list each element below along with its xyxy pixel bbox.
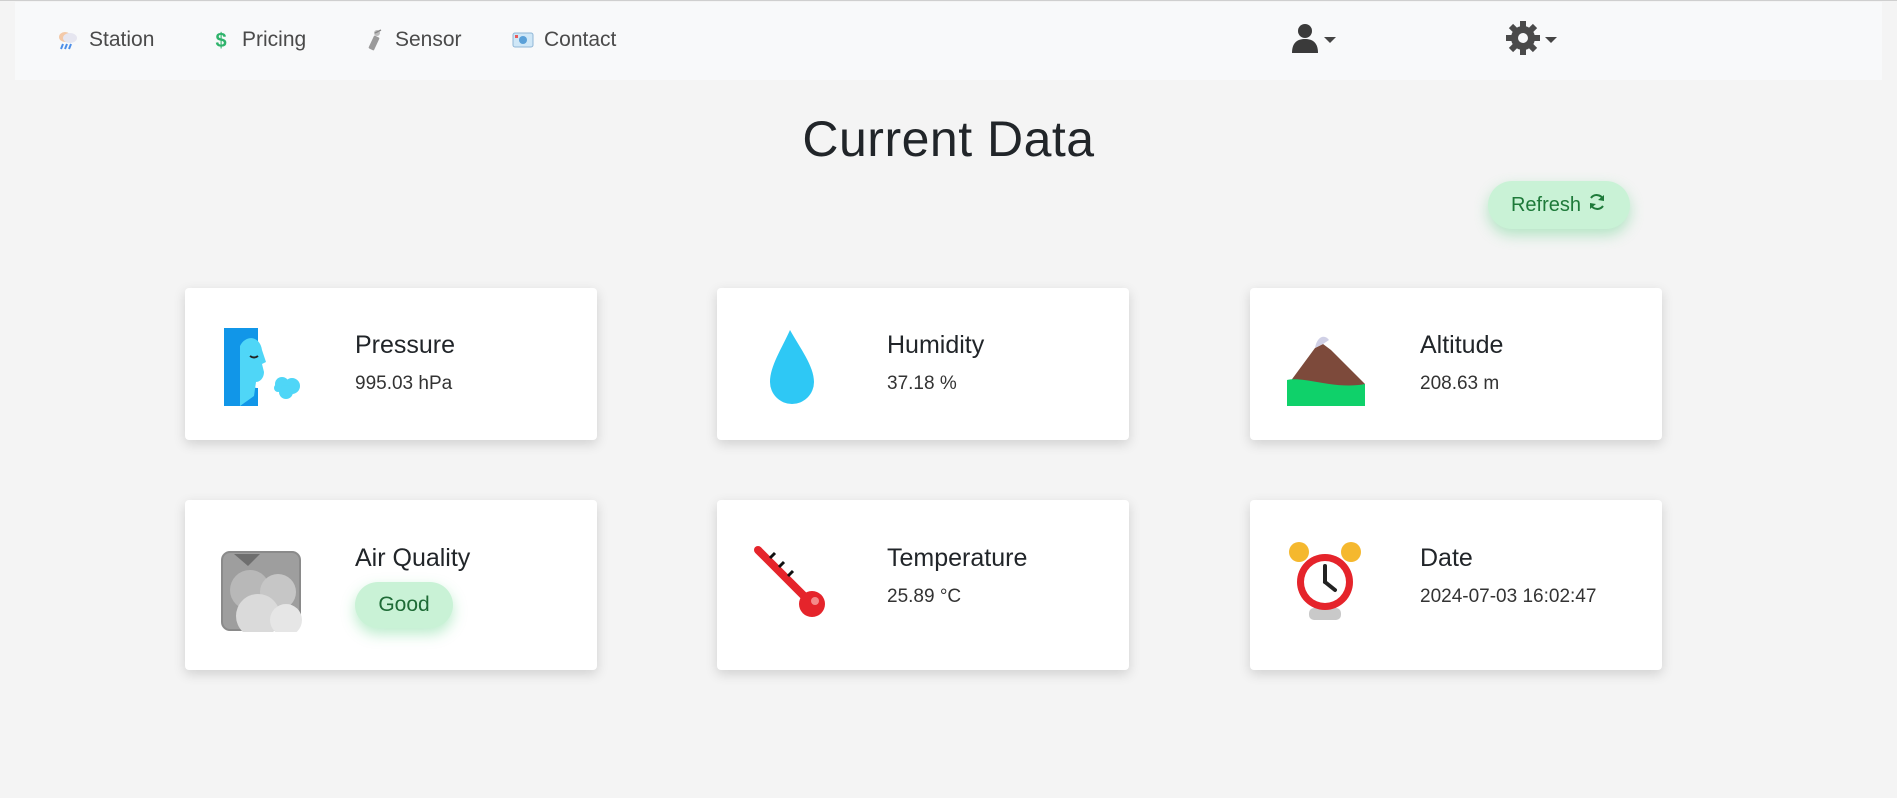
chevron-down-icon <box>1324 37 1336 43</box>
pressure-card: Pressure 995.03 hPa <box>185 288 597 440</box>
nav-item-station[interactable]: Station <box>55 2 154 78</box>
temperature-label: Temperature <box>887 544 1028 572</box>
nav-label-sensor: Sensor <box>395 28 462 51</box>
air-quality-label: Air Quality <box>355 544 471 572</box>
dollar-icon: $ <box>208 27 234 53</box>
date-value: 2024-07-03 16:02:47 <box>1420 586 1597 607</box>
water-drop-icon <box>752 326 834 408</box>
settings-menu-dropdown[interactable] <box>1505 18 1557 62</box>
date-card: Date 2024-07-03 16:02:47 <box>1250 500 1662 670</box>
nav-label-station: Station <box>89 28 155 51</box>
window-top-border <box>0 0 1897 1</box>
altitude-label: Altitude <box>1420 331 1504 359</box>
chevron-down-icon <box>1545 37 1557 43</box>
face-blowing-wind-icon <box>220 326 302 408</box>
nav-item-pricing[interactable]: $ Pricing <box>208 2 306 78</box>
temperature-card: Temperature 25.89 °C <box>717 500 1129 670</box>
pressure-label: Pressure <box>355 331 456 359</box>
page-title: Current Data <box>802 111 1095 167</box>
alarm-clock-icon <box>1285 540 1367 622</box>
refresh-button[interactable]: Refresh <box>1488 181 1630 229</box>
humidity-value: 37.18 % <box>887 373 957 394</box>
altitude-value: 208.63 m <box>1420 373 1500 394</box>
air-quality-status-badge: Good <box>355 582 453 628</box>
top-navbar: Station $ Pricing Sensor Contact <box>15 2 1882 80</box>
sensor-icon <box>361 27 387 53</box>
user-icon <box>1290 22 1320 59</box>
mountain-icon <box>1285 326 1367 408</box>
refresh-label: Refresh <box>1510 193 1582 216</box>
date-label: Date <box>1420 544 1473 572</box>
weather-cloud-rain-icon <box>55 27 81 53</box>
nav-item-contact[interactable]: Contact <box>510 2 616 78</box>
humidity-label: Humidity <box>887 331 985 359</box>
nav-label-contact: Contact <box>544 28 617 51</box>
nav-item-sensor[interactable]: Sensor <box>361 2 462 78</box>
user-menu-dropdown[interactable] <box>1290 18 1336 62</box>
nav-label-pricing: Pricing <box>242 28 307 51</box>
gear-icon <box>1505 20 1541 61</box>
altitude-card: Altitude 208.63 m <box>1250 288 1662 440</box>
pressure-value: 995.03 hPa <box>355 373 453 394</box>
svg-text:$: $ <box>215 30 226 52</box>
air-quality-card: Air Quality Good <box>185 500 597 670</box>
humidity-card: Humidity 37.18 % <box>717 288 1129 440</box>
thermometer-icon <box>752 544 834 626</box>
contact-card-icon <box>510 27 536 53</box>
refresh-icon <box>1587 192 1607 218</box>
fog-clouds-icon <box>220 550 302 638</box>
temperature-value: 25.89 °C <box>887 586 962 607</box>
